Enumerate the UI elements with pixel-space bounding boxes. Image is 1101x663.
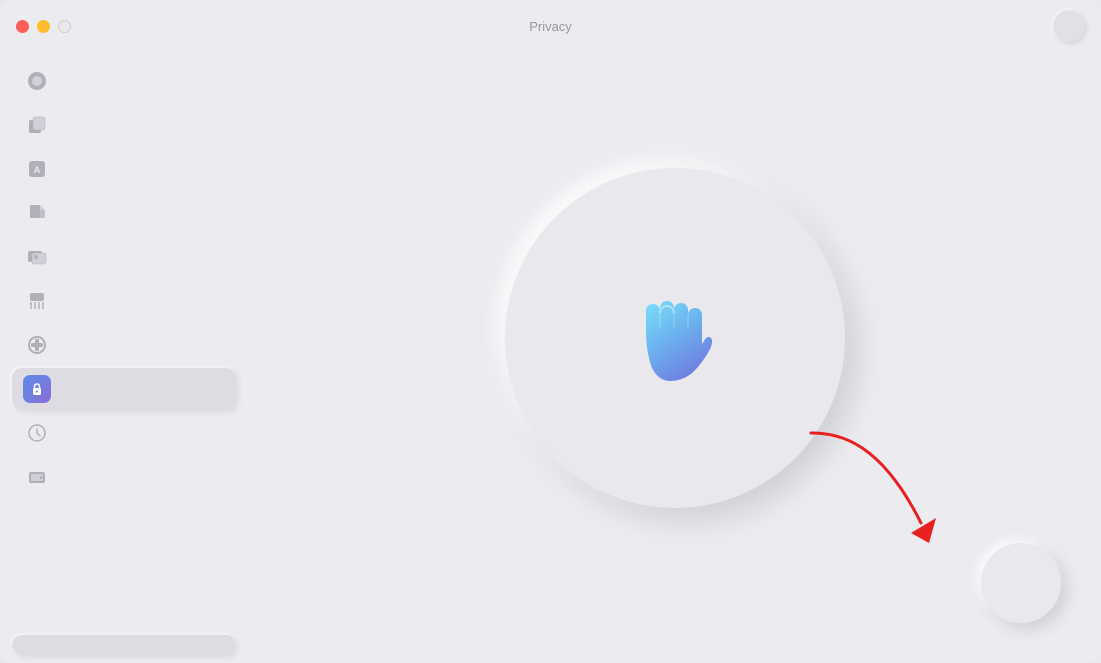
- duplicates-icon: [26, 114, 48, 136]
- page-title-header: Privacy: [529, 19, 572, 34]
- content-area: [248, 52, 1101, 663]
- sidebar-item-similar-image-finder[interactable]: [12, 236, 236, 278]
- sidebar-item-optimization[interactable]: [12, 412, 236, 454]
- title-bar: Privacy: [0, 0, 1101, 52]
- main-layout: A: [0, 52, 1101, 663]
- main-icon-circle: [505, 168, 845, 508]
- svg-text:A: A: [34, 165, 40, 175]
- sidebar-item-app-uninstaller[interactable]: A: [12, 148, 236, 190]
- sidebar-item-shredder[interactable]: [12, 280, 236, 322]
- sidebar-item-extensions[interactable]: [12, 324, 236, 366]
- optimization-icon: [26, 422, 48, 444]
- user-section[interactable]: [12, 635, 236, 655]
- privacy-icon: [26, 378, 48, 400]
- hand-icon: [610, 273, 740, 403]
- sidebar-item-privacy[interactable]: [12, 368, 236, 410]
- help-button[interactable]: [1053, 10, 1085, 42]
- app-window: Privacy: [0, 0, 1101, 663]
- minimize-button[interactable]: [37, 20, 50, 33]
- junk-icon: [26, 70, 48, 92]
- maximize-button[interactable]: [58, 20, 71, 33]
- sidebar-item-junk-cleaner[interactable]: [12, 60, 236, 102]
- sidebar-item-duplicates-finder[interactable]: [12, 104, 236, 146]
- disk-icon: [26, 466, 48, 488]
- sidebar: A: [0, 52, 248, 663]
- image-icon: [26, 246, 48, 268]
- shredder-icon: [26, 290, 48, 312]
- sidebar-item-large-old-file[interactable]: [12, 192, 236, 234]
- sidebar-item-disk-analysis[interactable]: [12, 456, 236, 498]
- scan-button[interactable]: [981, 543, 1061, 623]
- close-button[interactable]: [16, 20, 29, 33]
- uninstaller-icon: A: [26, 158, 48, 180]
- large-file-icon: [26, 202, 48, 224]
- traffic-lights: [16, 20, 71, 33]
- extensions-icon: [26, 334, 48, 356]
